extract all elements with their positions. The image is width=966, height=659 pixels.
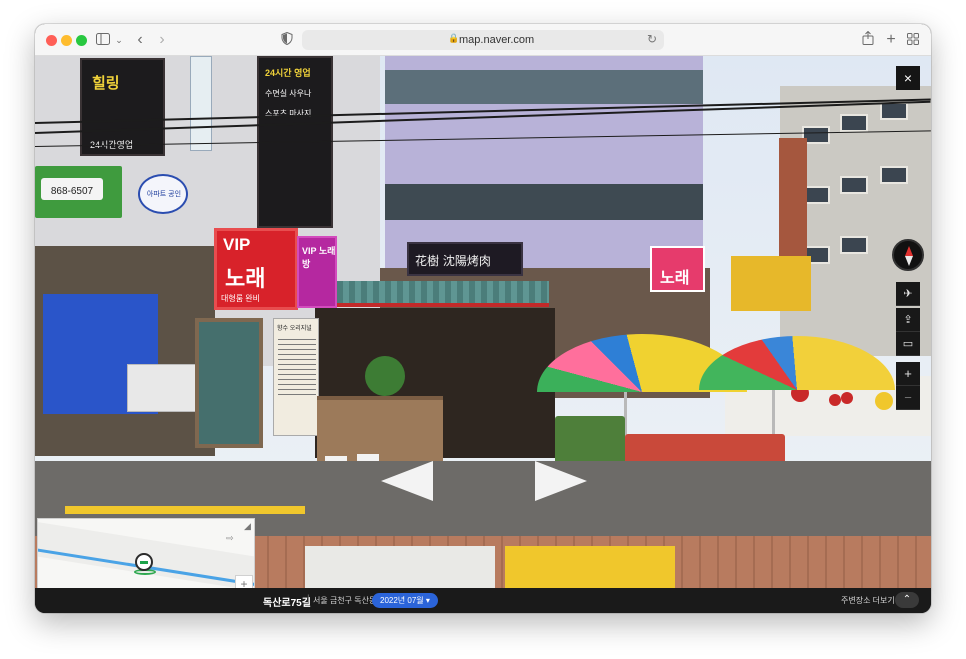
zoom-control-group: + − bbox=[896, 362, 920, 410]
url-text: map.naver.com bbox=[459, 34, 535, 46]
shield-icon[interactable] bbox=[280, 31, 294, 49]
share-icon[interactable]: ⇪ bbox=[896, 308, 920, 332]
minimap-zoom-in-button[interactable]: + bbox=[236, 576, 252, 588]
right-karaoke-sign: 노래 bbox=[650, 246, 705, 292]
browser-toolbar: ⌄ ‹ › 🔒 map.naver.com ↻ + bbox=[35, 24, 931, 56]
karaoke-text: 노래 bbox=[225, 266, 266, 291]
minimize-window-button[interactable] bbox=[61, 35, 72, 46]
vertical-sign bbox=[190, 56, 212, 151]
back-icon[interactable]: ‹ bbox=[133, 31, 147, 49]
restaurant-sign-text: 花樹 沈陽烤肉 bbox=[415, 254, 491, 268]
sidebar-icon[interactable] bbox=[95, 31, 111, 49]
vip-karaoke-sign-2: VIP 노래방 bbox=[297, 236, 337, 308]
separator: | bbox=[307, 594, 310, 605]
minimap-zoom-control: + − bbox=[235, 575, 253, 588]
right-karaoke-text: 노래 bbox=[660, 270, 690, 287]
street-view-panorama[interactable]: 힐링 24시간영업 24시간 영업 수면실 사우나 스포츠 마사지 868-65… bbox=[35, 56, 931, 588]
storage-box bbox=[127, 364, 197, 412]
healing-sign-text: 힐링 bbox=[92, 75, 120, 92]
vip-sub-text: 대형룸 완비 bbox=[221, 294, 261, 303]
real-estate-sign-text: 아파트 공인 bbox=[146, 191, 182, 198]
shop-awning bbox=[337, 281, 549, 307]
vip-karaoke-sign: VIP 노래 대형룸 완비 bbox=[214, 228, 298, 310]
vip2-text: VIP 노래방 bbox=[302, 246, 336, 269]
share-control-group: ⇪ ▭ bbox=[896, 308, 920, 356]
zoom-out-button[interactable]: − bbox=[896, 386, 920, 410]
zoom-window-button[interactable] bbox=[76, 35, 87, 46]
move-right-arrow[interactable] bbox=[535, 461, 587, 501]
close-window-button[interactable] bbox=[46, 35, 57, 46]
compass-icon[interactable] bbox=[892, 239, 924, 271]
browser-window: ⌄ ‹ › 🔒 map.naver.com ↻ + 힐링 24시간영업 24시간… bbox=[35, 24, 931, 613]
forward-icon[interactable]: › bbox=[155, 31, 169, 49]
shop-door bbox=[195, 318, 263, 448]
sauna-sign-title: 24시간 영업 bbox=[265, 68, 311, 78]
vip-text: VIP bbox=[223, 235, 251, 254]
new-tab-icon[interactable]: + bbox=[884, 31, 898, 49]
feedback-icon[interactable]: ▭ bbox=[896, 332, 920, 356]
share-icon[interactable] bbox=[861, 30, 875, 49]
close-streetview-button[interactable]: × bbox=[896, 66, 920, 90]
restaurant-sign: 花樹 沈陽烤肉 bbox=[407, 242, 523, 276]
planter bbox=[317, 396, 443, 464]
sauna-sign-sub: 수면실 사우나 bbox=[265, 89, 312, 98]
chevron-down-icon[interactable]: ⌄ bbox=[114, 31, 124, 49]
menu-board-title: 향수 오리지널 bbox=[277, 326, 312, 332]
reload-icon[interactable]: ↻ bbox=[647, 32, 657, 46]
yellow-truck bbox=[731, 256, 811, 311]
aerial-view-button[interactable]: ✈ bbox=[896, 282, 920, 306]
plant bbox=[365, 356, 405, 396]
move-left-arrow[interactable] bbox=[381, 461, 433, 501]
position-marker-icon[interactable] bbox=[135, 553, 153, 571]
minimap[interactable]: ◢ ⇨ + − ⤢ bbox=[37, 518, 255, 588]
lock-icon: 🔒 bbox=[448, 33, 460, 43]
phone-sign-text: 868-6507 bbox=[41, 178, 103, 200]
phone-sign: 868-6507 bbox=[35, 166, 122, 218]
healing-sign: 힐링 24시간영업 bbox=[80, 58, 165, 156]
date-selector[interactable]: 2022년 07월 ▾ bbox=[372, 593, 438, 608]
zoom-in-button[interactable]: + bbox=[896, 362, 920, 386]
address-bar[interactable]: 🔒 map.naver.com ↻ bbox=[302, 30, 664, 50]
airplane-icon[interactable]: ✈ bbox=[896, 282, 920, 306]
nearby-places-link[interactable]: 주변장소 더보기 bbox=[841, 595, 895, 606]
location-bar: 독산로75길 | 서울 금천구 독산동 2022년 07월 ▾ 주변장소 더보기… bbox=[35, 588, 931, 613]
minimap-road-icon: ⇨ bbox=[226, 533, 234, 543]
road-name: 독산로75길 bbox=[263, 598, 311, 609]
expand-toggle-button[interactable]: ⌃ bbox=[895, 592, 919, 608]
real-estate-sign: 아파트 공인 bbox=[138, 174, 188, 214]
crosswalk bbox=[305, 546, 495, 588]
tab-overview-icon[interactable] bbox=[906, 31, 920, 49]
resize-handle-icon[interactable]: ◢ bbox=[244, 521, 251, 532]
address-text: 서울 금천구 독산동 bbox=[313, 596, 377, 605]
menu-board: 향수 오리지널 bbox=[273, 318, 319, 436]
